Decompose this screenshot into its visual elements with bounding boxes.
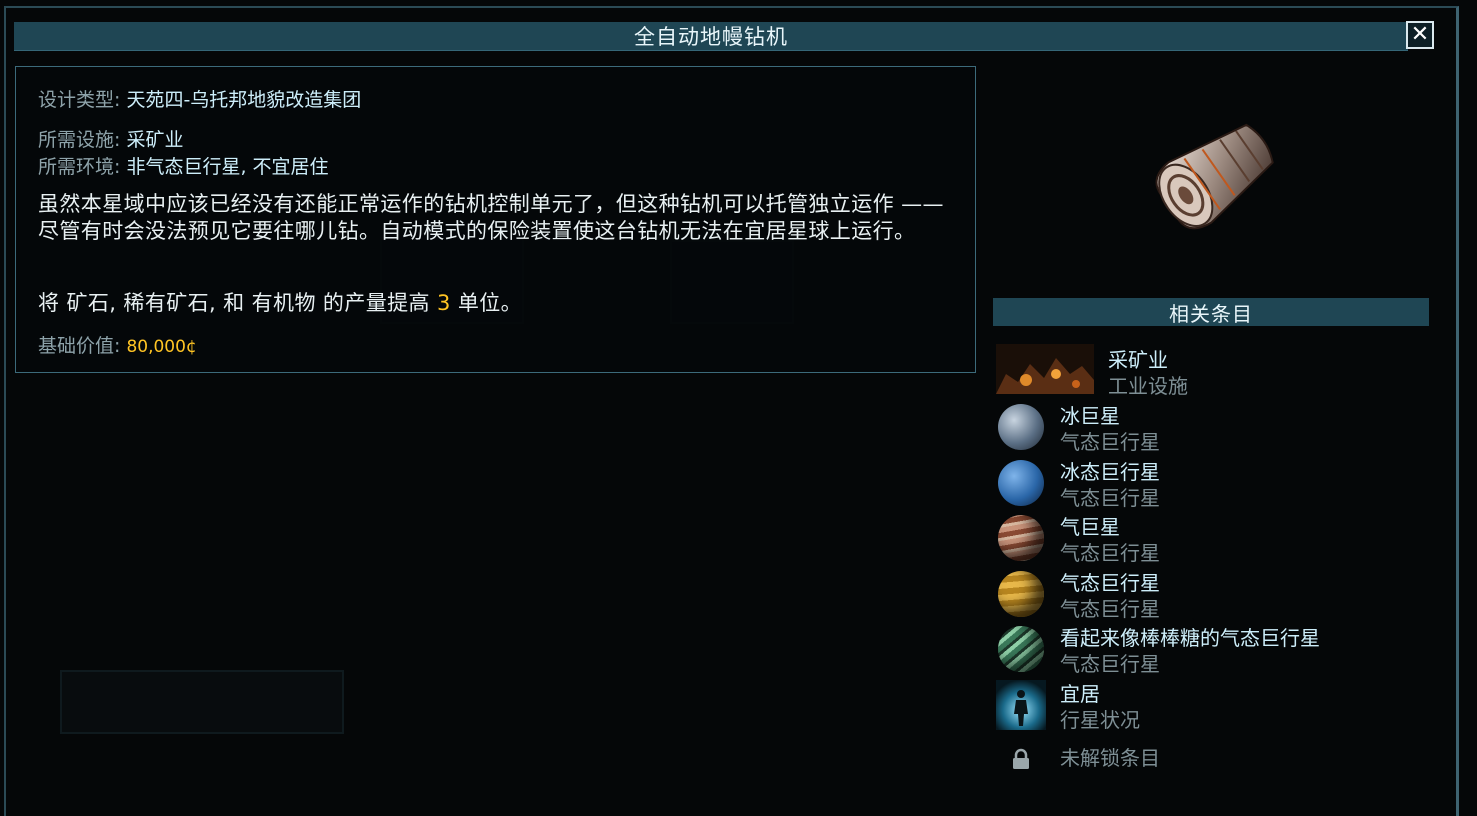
window-title: 全自动地幔钻机 — [634, 25, 788, 49]
related-item-category: 工业设施 — [1108, 374, 1188, 398]
base-value: 80,000¢ — [126, 337, 197, 357]
design-type-row: 设计类型: 天苑四-乌托邦地貌改造集团 — [38, 85, 361, 112]
gas-giant-planet-icon — [998, 515, 1044, 561]
environment-value[interactable]: 非气态巨行星, 不宜居住 — [126, 156, 328, 178]
mining-facility-icon — [996, 344, 1094, 394]
habitable-figure-icon — [996, 680, 1046, 730]
related-entries-header: 相关条目 — [993, 298, 1429, 326]
locked-entry-label: 未解锁条目 — [1060, 746, 1160, 770]
item-effect: 将 矿石, 稀有矿石, 和 有机物 的产量提高 3 单位。 — [38, 287, 522, 317]
related-item-name: 看起来像棒棒糖的气态巨行星 — [1060, 626, 1320, 650]
related-entries-title: 相关条目 — [1169, 301, 1253, 326]
effect-amount: 3 — [437, 291, 451, 315]
base-value-label: 基础价值: — [38, 335, 121, 357]
lollipop-gas-giant-planet-icon — [998, 626, 1044, 672]
related-item-gas-giant[interactable]: 气巨星 气态巨行星 — [996, 511, 1436, 567]
facility-row: 所需设施: 采矿业 — [38, 125, 183, 152]
ice-giant-planet-icon — [998, 404, 1044, 450]
related-item-name: 气巨星 — [1060, 515, 1120, 539]
related-item-category: 气态巨行星 — [1060, 652, 1160, 676]
related-item-category: 气态巨行星 — [1060, 486, 1160, 510]
related-item-ice-gas-giant[interactable]: 冰态巨行星 气态巨行星 — [996, 456, 1436, 512]
related-item-gas-giant-yellow[interactable]: 气态巨行星 气态巨行星 — [996, 567, 1436, 623]
locked-entry: 未解锁条目 — [1008, 742, 1308, 772]
mantle-drill-icon — [1155, 123, 1274, 230]
related-item-mining[interactable]: 采矿业 工业设施 — [996, 344, 1436, 400]
related-item-category: 行星状况 — [1060, 708, 1140, 732]
related-item-category: 气态巨行星 — [1060, 597, 1160, 621]
gas-giant-yellow-planet-icon — [998, 571, 1044, 617]
facility-value[interactable]: 采矿业 — [126, 129, 183, 151]
related-item-name: 宜居 — [1060, 682, 1100, 706]
item-description: 虽然本星域中应该已经没有还能正常运作的钻机控制单元了，但这种钻机可以托管独立运作… — [38, 192, 944, 243]
related-item-category: 气态巨行星 — [1060, 430, 1160, 454]
environment-label: 所需环境: — [38, 156, 121, 178]
environment-row: 所需环境: 非气态巨行星, 不宜居住 — [38, 152, 329, 179]
related-item-category: 气态巨行星 — [1060, 541, 1160, 565]
related-item-ice-giant[interactable]: 冰巨星 气态巨行星 — [996, 400, 1436, 456]
related-item-habitable[interactable]: 宜居 行星状况 — [996, 678, 1436, 734]
close-button[interactable]: ✕ — [1406, 21, 1434, 49]
base-value-row: 基础价值: 80,000¢ — [38, 331, 197, 358]
related-item-name: 冰态巨行星 — [1060, 460, 1160, 484]
title-bar: 全自动地幔钻机 — [14, 22, 1408, 51]
facility-label: 所需设施: — [38, 129, 121, 151]
related-item-name: 冰巨星 — [1060, 404, 1120, 428]
design-type-value[interactable]: 天苑四-乌托邦地貌改造集团 — [126, 89, 361, 111]
related-item-name: 气态巨行星 — [1060, 571, 1160, 595]
design-type-label: 设计类型: — [38, 89, 121, 111]
effect-text: 将 矿石, 稀有矿石, 和 有机物 的产量提高 — [38, 291, 438, 315]
effect-suffix: 单位。 — [450, 291, 523, 315]
close-icon: ✕ — [1410, 22, 1430, 47]
related-item-name: 采矿业 — [1108, 348, 1168, 372]
ice-gas-giant-planet-icon — [998, 460, 1044, 506]
related-item-lollipop-gas-giant[interactable]: 看起来像棒棒糖的气态巨行星 气态巨行星 — [996, 622, 1436, 678]
lock-icon — [1013, 748, 1029, 769]
item-info-panel: 设计类型: 天苑四-乌托邦地貌改造集团 所需设施: 采矿业 所需环境: 非气态巨… — [15, 66, 976, 373]
